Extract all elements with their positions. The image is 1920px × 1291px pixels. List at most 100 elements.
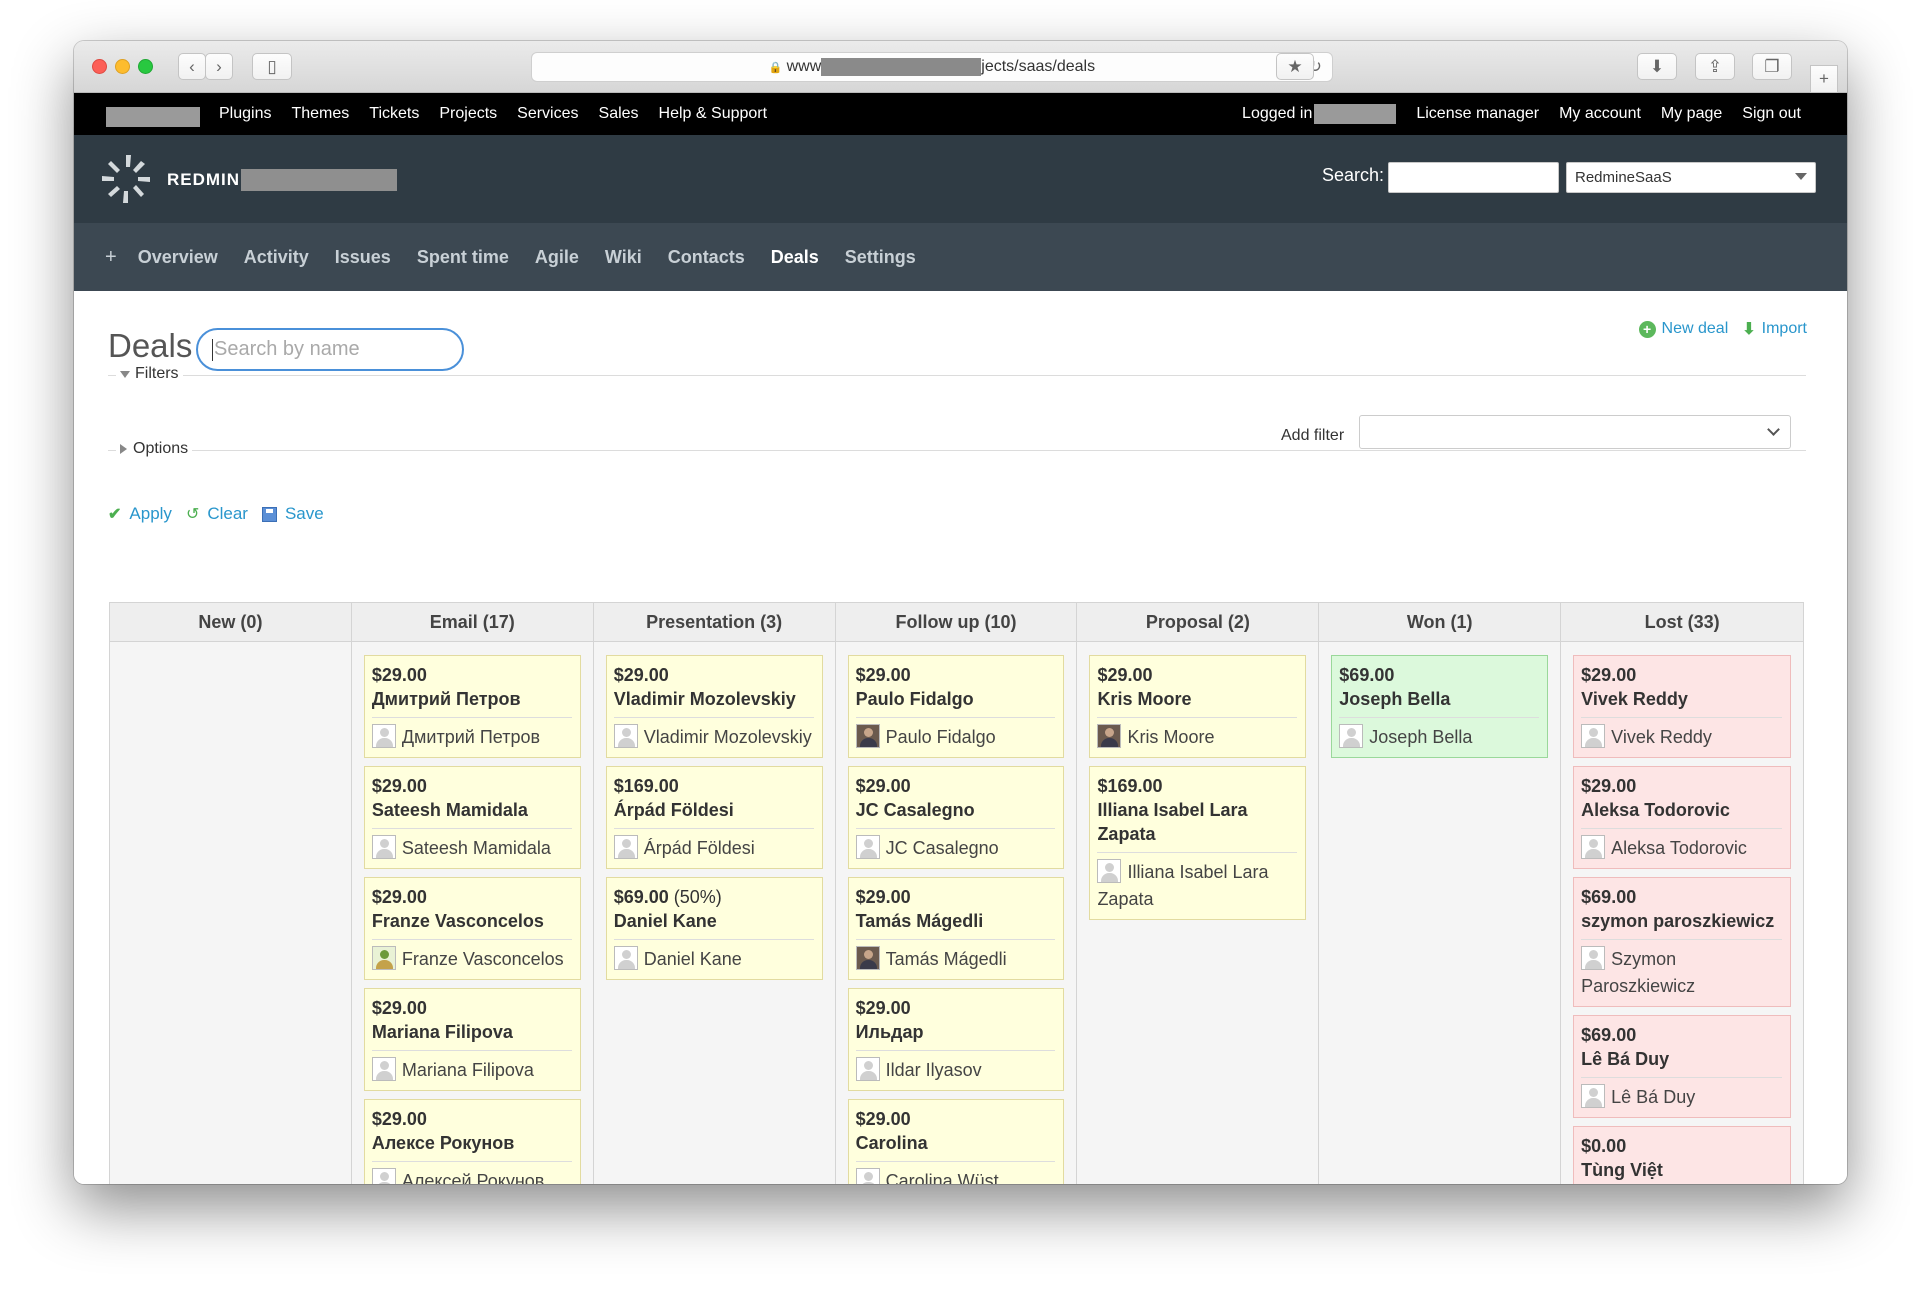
deal-card[interactable]: $69.00 Lê Bá Duy Lê Bá Duy xyxy=(1573,1015,1792,1118)
deal-card[interactable]: $29.00 Vivek Reddy Vivek Reddy xyxy=(1573,655,1792,758)
deal-card[interactable]: $29.00 Ильдар Ildar Ilyasov xyxy=(847,988,1065,1091)
deal-card[interactable]: $29.00 Дмитрий Петров Дмитрий Петров xyxy=(363,655,581,758)
tab-contacts[interactable]: Contacts xyxy=(668,247,745,268)
deal-contact[interactable]: Illiana Isabel Lara Zapata xyxy=(1097,859,1297,913)
deal-contact[interactable]: Daniel Kane xyxy=(613,946,814,973)
license-manager-link[interactable]: License manager xyxy=(1416,105,1539,123)
deal-name-link[interactable]: JC Casalegno xyxy=(856,798,1056,822)
deal-contact[interactable]: Ildar Ilyasov xyxy=(855,1057,1056,1084)
deal-name-link[interactable]: szymon paroszkiewicz xyxy=(1581,909,1782,933)
filters-legend[interactable]: Filters xyxy=(116,365,183,383)
my-page-link[interactable]: My page xyxy=(1661,105,1722,123)
quick-search-input[interactable] xyxy=(1388,162,1559,193)
tab-issues[interactable]: Issues xyxy=(335,247,391,268)
deal-card[interactable]: $29.00 Vladimir Mozolevskiy Vladimir Mozol… xyxy=(605,655,823,758)
deal-card[interactable]: $69.00 szymon paroszkiewicz Szymon Paroszk… xyxy=(1573,877,1792,1007)
my-account-link[interactable]: My account xyxy=(1559,105,1641,123)
import-link[interactable]: ⬇ Import xyxy=(1742,319,1807,339)
new-deal-link[interactable]: + New deal xyxy=(1638,320,1728,338)
deal-contact[interactable]: Szymon Paroszkiewicz xyxy=(1581,946,1782,1000)
top-menu-help-support[interactable]: Help & Support xyxy=(659,105,768,123)
deal-card[interactable]: $169.00 Árpád Földesi Árpád Földesi xyxy=(605,766,823,869)
tab-agile[interactable]: Agile xyxy=(535,247,579,268)
deal-name-link[interactable]: Kris Moore xyxy=(1097,687,1297,711)
deal-contact[interactable]: Franze Vasconcelos xyxy=(371,946,572,973)
sidebar-toggle-button[interactable]: ▯ xyxy=(252,53,292,80)
tabs-button[interactable]: ❐ xyxy=(1752,53,1792,80)
project-jump-select[interactable]: RedmineSaaS xyxy=(1566,162,1816,193)
top-menu-projects[interactable]: Projects xyxy=(439,105,497,123)
deal-contact[interactable]: Lê Bá Duy xyxy=(1581,1084,1782,1111)
tab-activity[interactable]: Activity xyxy=(244,247,309,268)
deal-name-link[interactable]: Vladimir Mozolevskiy xyxy=(614,687,814,711)
deal-contact[interactable]: Paulo Fidalgo xyxy=(855,724,1056,751)
new-tab-button[interactable]: + xyxy=(1810,65,1838,93)
top-menu-services[interactable]: Services xyxy=(517,105,578,123)
deal-name-link[interactable]: Sateesh Mamidala xyxy=(372,798,572,822)
deal-contact[interactable]: Vivek Reddy xyxy=(1581,724,1782,751)
top-menu-tickets[interactable]: Tickets xyxy=(369,105,419,123)
deal-name-link[interactable]: Aleksa Todorovic xyxy=(1581,798,1782,822)
top-menu-themes[interactable]: Themes xyxy=(291,105,349,123)
deal-contact[interactable]: Árpád Földesi xyxy=(613,835,814,862)
deal-contact[interactable]: Aleksa Todorovic xyxy=(1581,835,1782,862)
deal-name-link[interactable]: Алексе Рокунов xyxy=(372,1131,572,1155)
top-menu-plugins[interactable]: Plugins xyxy=(219,105,271,123)
deal-contact[interactable]: Joseph Bella xyxy=(1339,724,1539,751)
deal-contact[interactable]: Kris Moore xyxy=(1097,724,1297,751)
sign-out-link[interactable]: Sign out xyxy=(1742,105,1801,123)
deal-card[interactable]: $29.00 JC Casalegno JC Casalegno xyxy=(847,766,1065,869)
deal-card[interactable]: $29.00 Алексе Рокунов Алексей Рокунов xyxy=(363,1099,581,1184)
options-legend[interactable]: Options xyxy=(116,440,193,458)
deal-name-link[interactable]: Vivek Reddy xyxy=(1581,687,1782,711)
clear-button[interactable]: ↺ Clear xyxy=(186,504,248,524)
deal-name-link[interactable]: Tamás Mágedli xyxy=(856,909,1056,933)
deal-name-link[interactable]: Joseph Bella xyxy=(1339,687,1539,711)
deal-contact[interactable]: Алексей Рокунов xyxy=(371,1168,572,1184)
deal-card[interactable]: $29.00 Kris Moore Kris Moore xyxy=(1089,655,1307,758)
deal-card[interactable]: $169.00 Illiana Isabel Lara Zapata Illiana… xyxy=(1089,766,1307,920)
deal-name-link[interactable]: Ильдар xyxy=(856,1020,1056,1044)
deal-name-link[interactable]: Дмитрий Петров xyxy=(372,687,572,711)
deal-name-link[interactable]: Paulo Fidalgo xyxy=(856,687,1056,711)
address-bar[interactable]: 🔒 www jects/saas/deals ↻ xyxy=(531,52,1333,82)
deal-card[interactable]: $29.00 Franze Vasconcelos Franze Vasconcel… xyxy=(363,877,581,980)
deal-card[interactable]: $0.00 Tùng Việt xyxy=(1573,1126,1792,1184)
deal-card[interactable]: $69.00 (50%) Daniel Kane Daniel Kane xyxy=(605,877,823,980)
deal-contact[interactable]: Sateesh Mamidala xyxy=(371,835,572,862)
deal-card[interactable]: $29.00 Paulo Fidalgo Paulo Fidalgo xyxy=(847,655,1065,758)
tab-overview[interactable]: Overview xyxy=(138,247,218,268)
apply-button[interactable]: ✔ Apply xyxy=(108,504,172,524)
close-window-button[interactable] xyxy=(92,59,107,74)
deal-name-link[interactable]: Carolina xyxy=(856,1131,1056,1155)
deal-name-link[interactable]: Illiana Isabel Lara Zapata xyxy=(1097,798,1297,846)
add-filter-select[interactable] xyxy=(1359,415,1791,449)
project-title[interactable]: REDMIN xyxy=(167,169,398,191)
deal-card[interactable]: $29.00 Sateesh Mamidala Sateesh Mamidala xyxy=(363,766,581,869)
tab-deals[interactable]: Deals xyxy=(771,247,819,268)
deal-name-link[interactable]: Tùng Việt xyxy=(1581,1158,1782,1182)
home-link-redacted[interactable] xyxy=(106,107,200,127)
deal-name-link[interactable]: Lê Bá Duy xyxy=(1581,1047,1782,1071)
deal-contact[interactable]: Дмитрий Петров xyxy=(371,724,572,751)
new-object-plus[interactable]: + xyxy=(105,246,117,269)
bookmark-button[interactable]: ★ xyxy=(1276,53,1314,80)
deal-contact[interactable]: Mariana Filipova xyxy=(371,1057,572,1084)
tab-wiki[interactable]: Wiki xyxy=(605,247,642,268)
zoom-window-button[interactable] xyxy=(138,59,153,74)
back-button[interactable]: ‹ xyxy=(178,53,206,80)
deal-card[interactable]: $29.00 Tamás Mágedli Tamás Mágedli xyxy=(847,877,1065,980)
deal-name-link[interactable]: Mariana Filipova xyxy=(372,1020,572,1044)
deal-name-link[interactable]: Árpád Földesi xyxy=(614,798,814,822)
deal-contact[interactable]: JC Casalegno xyxy=(855,835,1056,862)
deal-name-link[interactable]: Franze Vasconcelos xyxy=(372,909,572,933)
forward-button[interactable]: › xyxy=(205,53,233,80)
deal-card[interactable]: $69.00 Joseph Bella Joseph Bella xyxy=(1331,655,1549,758)
tab-settings[interactable]: Settings xyxy=(845,247,916,268)
deal-card[interactable]: $29.00 Mariana Filipova Mariana Filipova xyxy=(363,988,581,1091)
deal-contact[interactable]: Carolina Wüst xyxy=(855,1168,1056,1184)
minimize-window-button[interactable] xyxy=(115,59,130,74)
deal-card[interactable]: $29.00 Carolina Carolina Wüst xyxy=(847,1099,1065,1184)
deal-contact[interactable]: Vladimir Mozolevskiy xyxy=(613,724,814,751)
top-menu-sales[interactable]: Sales xyxy=(599,105,639,123)
